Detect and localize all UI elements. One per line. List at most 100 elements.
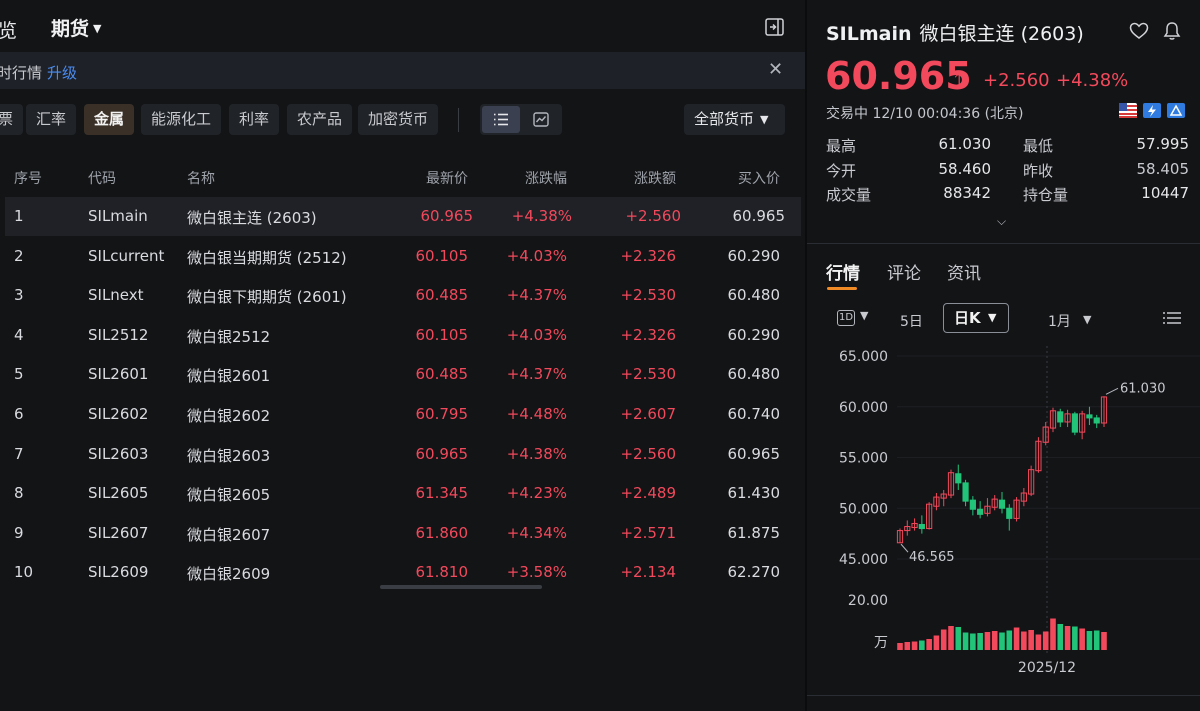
candle-body [962, 482, 969, 502]
trading-status: 交易中 12/10 00:04:36 (北京) [826, 106, 1024, 122]
volume-bar [1006, 630, 1013, 650]
volume-bar [955, 627, 962, 650]
row-bid: 60.480 [727, 286, 781, 305]
candle-body [918, 523, 925, 530]
volume-label: 成交量 [826, 186, 872, 204]
row-last-price: 60.485 [415, 365, 469, 384]
table-row[interactable]: 9 SIL2607 微白银2607 61.860 +4.34% +2.571 61.875 [0, 514, 796, 553]
row-bid: 60.965 [732, 207, 786, 225]
candlestick-chart[interactable]: 65.000 60.000 55.000 50.000 45.000 61.030 46.5… [807, 340, 1200, 690]
last-price: 60.965 [825, 54, 972, 98]
row-change: +2.134 [620, 563, 676, 582]
y-tick-label: 50.000 [839, 501, 888, 517]
open-interest-value: 10447 [1141, 184, 1189, 202]
close-icon[interactable]: ✕ [768, 59, 783, 80]
table-row[interactable]: 3 SILnext 微白银下期期货 (2601) 60.485 +4.37% +2.530… [0, 276, 796, 315]
prev-close-label: 昨收 [1023, 162, 1054, 180]
menu-lines-icon[interactable] [1163, 311, 1181, 325]
y-tick-label: 60.000 [839, 400, 888, 416]
table-row[interactable]: 1 SILmain 微白银主连 (2603) 60.965 +4.38% +2.560 60… [5, 197, 801, 236]
volume-bar [1021, 631, 1027, 650]
volume-bar [919, 640, 925, 650]
row-code: SIL2609 [88, 563, 149, 582]
col-last-price[interactable]: 最新价 [426, 168, 468, 188]
chip-crypto[interactable]: 加密货币 [358, 104, 439, 135]
row-name: 微白银2603 [187, 446, 271, 465]
caret-down-icon: ▼ [760, 113, 769, 126]
row-change-pct: +4.23% [506, 484, 567, 503]
chart-view-icon[interactable] [522, 106, 560, 133]
col-bid[interactable]: 买入价 [738, 168, 780, 188]
currency-dropdown[interactable]: 全部货币 ▼ [684, 104, 785, 135]
view-toggle [480, 104, 562, 135]
active-tab-indicator [827, 287, 857, 290]
chip-rates[interactable]: 利率 [229, 104, 280, 135]
chip-energy[interactable]: 能源化工 [141, 104, 222, 135]
low-leader-line [900, 543, 909, 553]
chip-metals[interactable]: 金属 [84, 104, 135, 135]
row-change: +2.571 [620, 523, 676, 542]
col-name[interactable]: 名称 [187, 168, 215, 188]
bottom-divider [807, 695, 1200, 696]
volume-bar [1013, 627, 1020, 650]
heart-icon[interactable] [1129, 22, 1149, 40]
period-month-dropdown[interactable]: 1月 [1048, 311, 1071, 331]
volume-bar [999, 632, 1005, 650]
dayk-label: 日K [954, 309, 981, 327]
row-change-pct: +4.38% [511, 207, 572, 225]
table-row[interactable]: 2 SILcurrent 微白银当期期货 (2512) 60.105 +4.03% +2.… [0, 237, 796, 276]
chevron-down-icon[interactable]: ⌵ [997, 214, 1006, 229]
row-index: 4 [14, 325, 24, 344]
col-index[interactable]: 序号 [14, 168, 42, 188]
level-badge-icon [1167, 103, 1185, 118]
volume-bar [897, 643, 903, 650]
caret-down-icon: ▼ [1083, 313, 1092, 326]
market-selector[interactable]: 期货 ▼ [51, 14, 101, 41]
table-row[interactable]: 7 SIL2603 微白银2603 60.965 +4.38% +2.560 60.965 [0, 435, 796, 474]
upgrade-link[interactable]: 升级 [47, 62, 77, 83]
row-last-price: 60.965 [420, 207, 474, 225]
volume-bar [1057, 624, 1064, 650]
collapse-panel-icon[interactable] [765, 18, 784, 36]
candle-body [1086, 414, 1093, 419]
period-5d-button[interactable]: 5日 [900, 311, 923, 331]
row-index: 5 [14, 365, 24, 384]
row-last-price: 60.105 [415, 325, 469, 344]
row-code: SILcurrent [88, 246, 165, 265]
col-code[interactable]: 代码 [88, 168, 116, 188]
col-change[interactable]: 涨跌额 [634, 168, 676, 188]
volume-bar [1101, 632, 1107, 650]
tab-news[interactable]: 资讯 [947, 259, 981, 284]
tab-quote[interactable]: 行情 [826, 259, 860, 284]
chip-stocks[interactable]: 票 [0, 104, 24, 135]
table-row[interactable]: 5 SIL2601 微白银2601 60.485 +4.37% +2.530 60.480 [0, 355, 796, 394]
table-row[interactable]: 6 SIL2602 微白银2602 60.795 +4.48% +2.607 60.740 [0, 395, 796, 434]
filter-divider [458, 108, 459, 132]
row-name: 微白银2512 [187, 327, 271, 346]
row-last-price: 61.345 [415, 484, 469, 503]
chip-agri[interactable]: 农产品 [287, 104, 353, 135]
tab-comments[interactable]: 评论 [887, 259, 921, 284]
row-change-pct: +4.38% [506, 444, 567, 463]
row-change: +2.560 [625, 207, 681, 225]
list-icon [494, 113, 508, 126]
row-name: 微白银2609 [187, 565, 271, 584]
col-change-pct[interactable]: 涨跌幅 [525, 168, 567, 188]
nav-crumb[interactable]: 览 [0, 16, 17, 43]
chip-forex[interactable]: 汇率 [26, 104, 77, 135]
row-index: 3 [14, 286, 24, 305]
table-row[interactable]: 8 SIL2605 微白银2605 61.345 +4.23% +2.489 61.430 [0, 474, 796, 513]
list-view-button[interactable] [482, 106, 520, 133]
bell-icon[interactable] [1163, 21, 1181, 41]
row-bid: 61.875 [727, 523, 781, 542]
row-code: SILmain [88, 207, 148, 225]
row-change: +2.489 [620, 484, 676, 503]
horizontal-scrollbar[interactable] [380, 585, 542, 589]
period-dayk-dropdown[interactable]: 日K ▼ [943, 303, 1009, 333]
period-1d-button[interactable]: 1D [837, 310, 855, 326]
table-row[interactable]: 4 SIL2512 微白银2512 60.105 +4.03% +2.326 60.290 [0, 316, 796, 355]
category-filters: 票 汇率 金属 能源化工 利率 农产品 加密货币 全部货币 ▼ [0, 104, 805, 136]
row-code: SIL2603 [88, 444, 149, 463]
row-change-pct: +4.03% [506, 325, 567, 344]
volume-bar [1072, 626, 1078, 650]
